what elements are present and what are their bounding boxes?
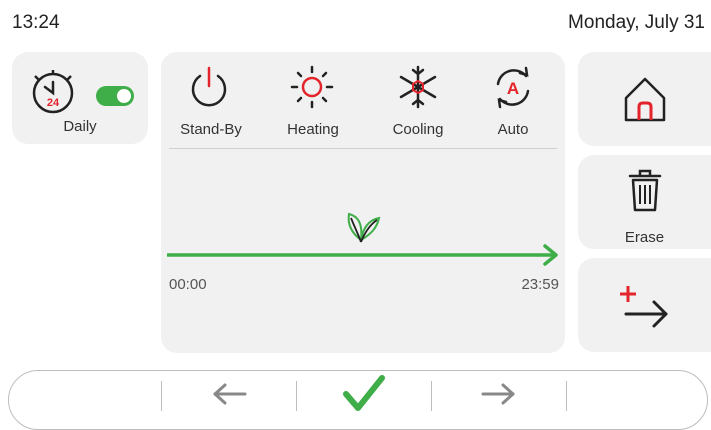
mode-label: Stand-By [180, 121, 242, 138]
nav-confirm-button[interactable] [297, 371, 431, 417]
mode-label: Heating [287, 121, 339, 138]
erase-button[interactable]: Erase [578, 155, 711, 249]
mode-label: Auto [497, 121, 529, 138]
arrow-right-icon [481, 383, 515, 405]
mode-auto[interactable]: A Auto [463, 52, 563, 148]
schedule-label: Daily [63, 118, 97, 135]
nav-prev-button[interactable] [162, 371, 296, 417]
panel-divider [169, 148, 557, 149]
bottom-nav-bar [8, 370, 708, 430]
clock-24-icon: 24 [32, 70, 74, 114]
snowflake-icon [399, 65, 437, 109]
home-icon [624, 77, 666, 122]
home-button[interactable] [578, 52, 711, 146]
leaf-icon [347, 212, 381, 243]
toggle-knob [117, 89, 131, 103]
timeline-end: 23:59 [521, 276, 559, 293]
check-icon [343, 375, 385, 411]
mode-label: Cooling [392, 121, 444, 138]
clock-badge: 24 [47, 97, 60, 109]
add-button[interactable] [578, 258, 711, 352]
mode-panel: Stand-By Heating Cooling A Auto 00:00 23… [161, 52, 565, 353]
erase-label: Erase [624, 229, 665, 246]
schedule-toggle[interactable] [96, 86, 134, 106]
sun-icon [290, 65, 334, 109]
nav-next-button[interactable] [432, 371, 566, 417]
status-date: Monday, July 31 [568, 12, 705, 33]
timeline-start: 00:00 [169, 276, 207, 293]
daily-schedule-card[interactable]: 24 Daily [12, 52, 148, 144]
mode-heating[interactable]: Heating [263, 52, 363, 148]
power-icon [191, 66, 227, 107]
timeline-arrow [167, 244, 558, 266]
mode-standby[interactable]: Stand-By [161, 52, 261, 148]
arrow-left-icon [213, 383, 247, 405]
auto-icon: A [496, 66, 530, 109]
status-time: 13:24 [12, 12, 60, 33]
nav-separator [566, 381, 567, 411]
trash-icon [628, 169, 662, 212]
auto-badge: A [507, 79, 519, 98]
add-arrow-icon [620, 286, 668, 328]
mode-cooling[interactable]: Cooling [368, 52, 468, 148]
